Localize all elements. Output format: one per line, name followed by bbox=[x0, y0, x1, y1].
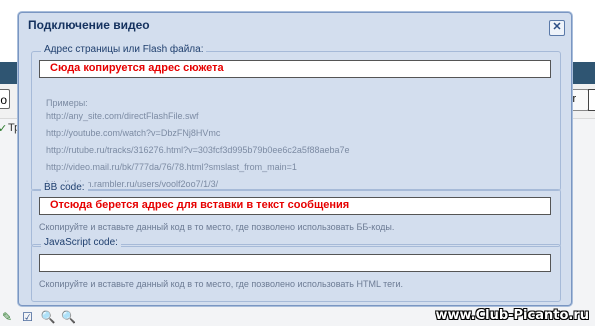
background-button-left[interactable]: o bbox=[0, 89, 10, 109]
examples-title: Примеры: bbox=[46, 98, 88, 108]
zoom-in-icon[interactable]: 🔍 bbox=[41, 310, 56, 324]
example-url: http://video.mail.ru/bk/777da/76/78.html… bbox=[46, 162, 297, 172]
javascript-section: JavaScript code: Скопируйте и вставьте д… bbox=[31, 237, 561, 302]
dialog-title: Подключение видео bbox=[28, 18, 150, 32]
background-button-edge[interactable] bbox=[588, 89, 595, 111]
javascript-legend: JavaScript code: bbox=[41, 237, 121, 248]
pencil-icon[interactable]: ✎ bbox=[0, 310, 14, 324]
example-url: http://youtube.com/watch?v=DbzFNj8HVmc bbox=[46, 128, 221, 138]
zoom-out-icon[interactable]: 🔍 bbox=[61, 310, 76, 324]
bottom-toolbar: ✎ ☑ 🔍 🔍 bbox=[0, 308, 120, 326]
bbcode-legend: BB code: bbox=[41, 182, 88, 193]
bbcode-field-value: Отсюда берется адрес для вставки в текст… bbox=[50, 199, 350, 211]
bbcode-field[interactable]: Отсюда берется адрес для вставки в текст… bbox=[39, 197, 551, 215]
watermark: www.Club-Picanto.ru bbox=[435, 308, 589, 323]
video-embed-dialog: Подключение видео ✕ Адрес страницы или F… bbox=[18, 12, 572, 306]
url-legend: Адрес страницы или Flash файла: bbox=[41, 44, 207, 55]
close-icon[interactable]: ✕ bbox=[549, 20, 565, 36]
example-url: http://any_site.com/directFlashFile.swf bbox=[46, 111, 199, 121]
example-url: http://rutube.ru/tracks/316276.html?v=30… bbox=[46, 145, 350, 155]
bbcode-hint: Скопируйте и вставьте данный код в то ме… bbox=[39, 222, 395, 232]
url-section: Адрес страницы или Flash файла: Сюда коп… bbox=[31, 44, 561, 191]
javascript-field[interactable] bbox=[39, 254, 551, 272]
javascript-hint: Скопируйте и вставьте данный код в то ме… bbox=[39, 279, 403, 289]
checklist-icon[interactable]: ☑ bbox=[20, 310, 34, 324]
url-input-value: Сюда копируется адрес сюжета bbox=[50, 62, 224, 74]
check-icon: ✓ bbox=[0, 123, 8, 135]
url-input[interactable]: Сюда копируется адрес сюжета bbox=[39, 60, 551, 78]
